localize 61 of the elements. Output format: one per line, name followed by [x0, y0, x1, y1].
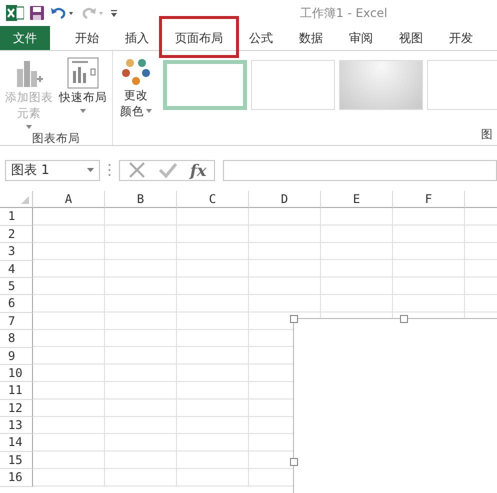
- row-header[interactable]: 15: [0, 452, 33, 470]
- resize-handle[interactable]: [290, 458, 298, 466]
- caret-icon: [80, 109, 86, 113]
- chart-style-thumbnail[interactable]: [163, 60, 247, 110]
- row-header[interactable]: 8: [0, 330, 33, 348]
- grip-icon: [108, 163, 111, 177]
- ribbon-tab[interactable]: 视图: [386, 26, 436, 50]
- name-box[interactable]: 图表 1: [5, 160, 100, 180]
- row-header[interactable]: 13: [0, 417, 33, 434]
- redo-icon[interactable]: [80, 6, 104, 20]
- insert-function-button[interactable]: fx: [190, 160, 206, 180]
- undo-icon[interactable]: [50, 6, 74, 20]
- group-label: 图表布局: [32, 131, 80, 146]
- ribbon-tab[interactable]: 审阅: [336, 26, 386, 50]
- row-header[interactable]: 7: [0, 312, 33, 330]
- column-header[interactable]: C: [177, 191, 249, 208]
- column-header[interactable]: E: [321, 191, 393, 208]
- row-header[interactable]: 12: [0, 400, 33, 418]
- group-label: 图: [481, 127, 494, 142]
- ribbon-tab[interactable]: 公式: [236, 26, 286, 50]
- resize-handle[interactable]: [400, 315, 408, 323]
- resize-handle[interactable]: [290, 315, 298, 323]
- color-dots-icon: [121, 57, 151, 87]
- row-header[interactable]: 5: [0, 278, 33, 296]
- change-colors-button[interactable]: 更改 颜色: [119, 55, 153, 121]
- window-title: 工作簿1 - Excel: [300, 5, 388, 22]
- row-header[interactable]: 1: [0, 208, 33, 226]
- chart-style-thumbnail[interactable]: [339, 60, 423, 110]
- excel-logo-icon[interactable]: [6, 5, 24, 21]
- row-header[interactable]: 10: [0, 364, 33, 382]
- column-header[interactable]: B: [105, 191, 177, 208]
- formula-input[interactable]: [223, 160, 497, 180]
- row-header[interactable]: 16: [0, 469, 33, 487]
- cancel-icon[interactable]: [128, 161, 146, 179]
- row-header[interactable]: 3: [0, 243, 33, 261]
- customize-icon[interactable]: [110, 8, 118, 18]
- caret-icon: [87, 168, 94, 172]
- row-header[interactable]: 6: [0, 295, 33, 313]
- quick-layout-button[interactable]: 快速布局: [58, 55, 108, 115]
- checkmark-icon[interactable]: [158, 161, 178, 179]
- save-icon[interactable]: [30, 6, 44, 20]
- chart-layout-icon: [67, 57, 99, 89]
- column-header[interactable]: A: [33, 191, 105, 208]
- column-header[interactable]: D: [249, 191, 321, 208]
- ribbon-tab[interactable]: 数据: [286, 26, 336, 50]
- caret-icon: [146, 109, 152, 113]
- ribbon-tab[interactable]: 开始: [62, 26, 112, 50]
- file-tab[interactable]: 文件: [0, 26, 50, 50]
- ribbon-tab[interactable]: 插入: [112, 26, 162, 50]
- row-header[interactable]: 4: [0, 260, 33, 278]
- ribbon-tab[interactable]: 开发: [436, 26, 486, 50]
- caret-icon: [26, 125, 32, 129]
- chart-style-thumbnail[interactable]: [251, 60, 335, 110]
- row-header[interactable]: 9: [0, 348, 33, 365]
- row-header[interactable]: 2: [0, 226, 33, 244]
- column-header[interactable]: F: [393, 191, 465, 208]
- select-all-icon[interactable]: [21, 196, 29, 204]
- row-header[interactable]: 11: [0, 382, 33, 400]
- row-header[interactable]: 14: [0, 434, 33, 452]
- chart-style-thumbnail[interactable]: [427, 60, 497, 110]
- ribbon-tab[interactable]: 页面布局: [162, 26, 236, 50]
